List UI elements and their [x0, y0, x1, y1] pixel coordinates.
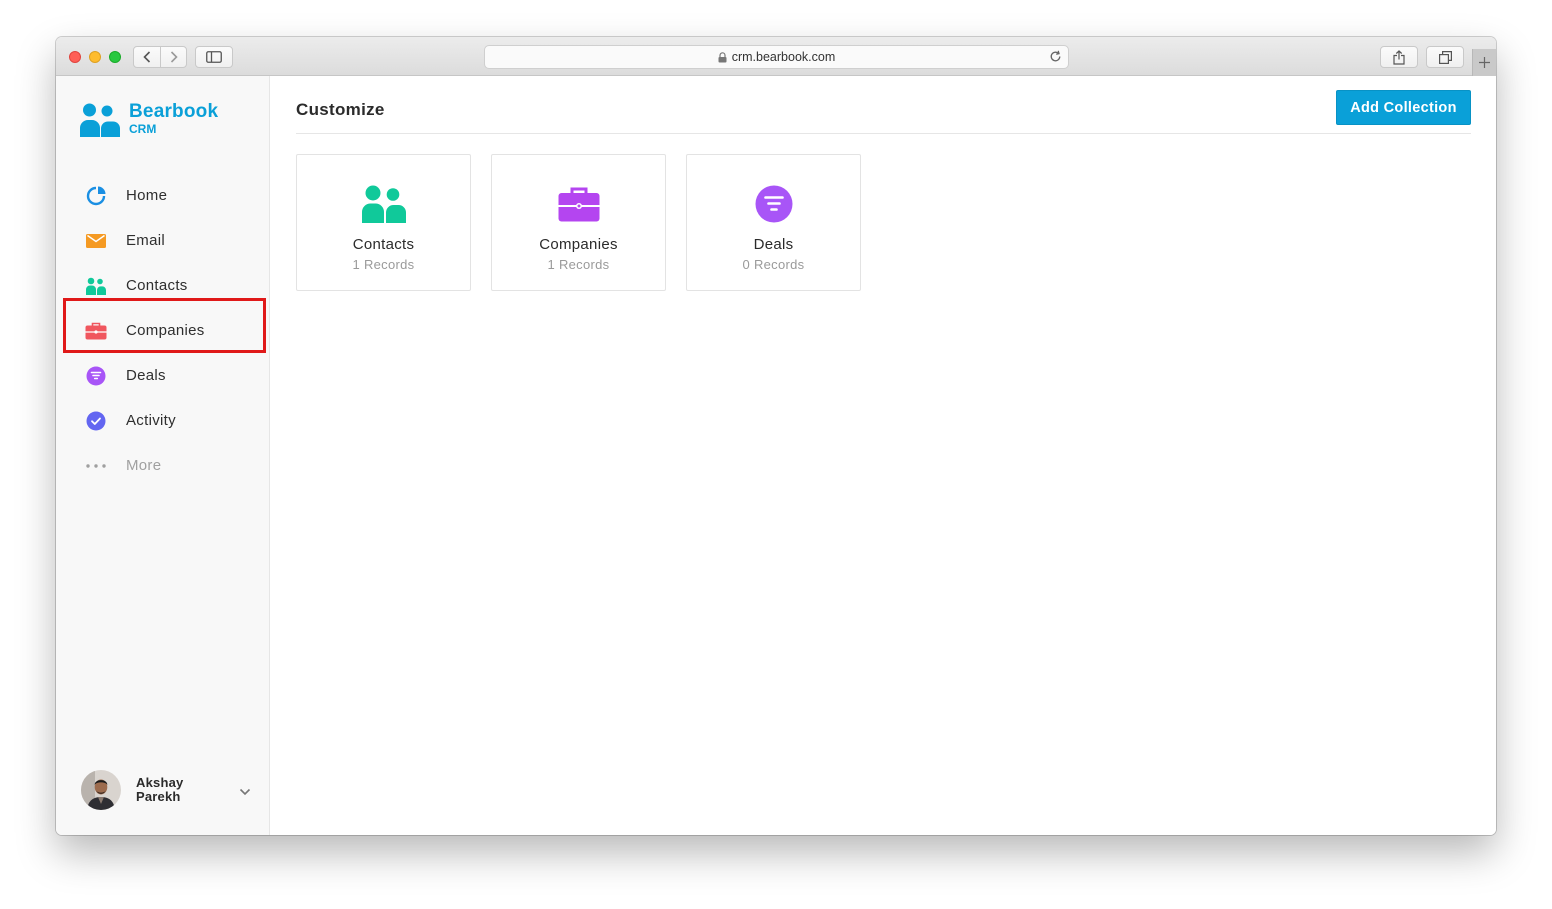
envelope-icon: [85, 230, 107, 252]
sidebar-item-contacts[interactable]: Contacts: [56, 263, 270, 308]
back-icon: [143, 51, 151, 63]
new-tab-icon: [1479, 57, 1490, 68]
sidebar-toggle-button[interactable]: [195, 46, 233, 68]
sidebar-item-deals[interactable]: Deals: [56, 353, 270, 398]
funnel-icon: [85, 365, 107, 387]
avatar: [81, 770, 121, 810]
address-bar[interactable]: crm.bearbook.com: [484, 45, 1069, 69]
brand-name: Bearbook: [129, 101, 219, 122]
user-menu[interactable]: Akshay Parekh: [81, 770, 251, 810]
forward-button[interactable]: [160, 47, 186, 67]
lock-icon: [718, 51, 727, 63]
sidebar-item-home[interactable]: Home: [56, 173, 270, 218]
show-tabs-button[interactable]: [1426, 46, 1464, 68]
share-icon: [1393, 49, 1405, 65]
new-tab-button[interactable]: [1472, 49, 1496, 76]
people-icon: [85, 275, 107, 297]
app-sidebar: Bearbook CRM Home Email Contacts Compani…: [56, 76, 270, 835]
share-button[interactable]: [1380, 46, 1418, 68]
browser-window: crm.bearbook.com Bearbook CRM Home Email…: [56, 37, 1496, 835]
forward-icon: [170, 51, 178, 63]
sidebar-item-label: Home: [126, 187, 168, 204]
header-divider: [296, 133, 1471, 134]
tabs-icon: [1438, 50, 1452, 64]
sidebar-item-label: Activity: [126, 412, 176, 429]
back-button[interactable]: [134, 47, 160, 67]
card-title: Companies: [539, 236, 618, 253]
card-record-count: 0 Records: [742, 257, 805, 272]
card-record-count: 1 Records: [547, 257, 610, 272]
brand-subtitle: CRM: [129, 122, 157, 136]
zoom-window-button[interactable]: [109, 51, 121, 63]
page-title: Customize: [296, 100, 385, 119]
sidebar-item-activity[interactable]: Activity: [56, 398, 270, 443]
funnel-icon: [752, 184, 796, 224]
chevron-down-icon[interactable]: [239, 783, 251, 801]
briefcase-icon: [557, 184, 601, 224]
close-window-button[interactable]: [69, 51, 81, 63]
brand-logo[interactable]: Bearbook CRM: [80, 102, 218, 138]
user-last-name: Parekh: [136, 789, 181, 804]
minimize-window-button[interactable]: [89, 51, 101, 63]
people-icon: [361, 184, 406, 224]
card-title: Contacts: [352, 236, 415, 253]
sidebar-item-label: More: [126, 457, 162, 474]
add-collection-button[interactable]: Add Collection: [1336, 90, 1471, 125]
sidebar-item-label: Deals: [126, 367, 166, 384]
sidebar-toggle-icon: [206, 51, 222, 63]
check-circle-icon: [85, 410, 107, 432]
sidebar-item-label: Email: [126, 232, 166, 249]
url-text: crm.bearbook.com: [731, 50, 836, 64]
sidebar-item-label: Companies: [126, 322, 205, 339]
briefcase-icon: [85, 320, 107, 342]
collection-card-companies[interactable]: Companies 1 Records: [491, 154, 666, 291]
more-dots-icon: [85, 455, 107, 477]
main-content: Customize Add Collection Contacts 1 Reco…: [271, 76, 1496, 835]
pie-chart-icon: [85, 185, 107, 207]
collection-cards: Contacts 1 Records Companies 1 Records D…: [296, 154, 881, 291]
bearbook-logo-icon: [80, 103, 120, 137]
card-title: Deals: [753, 236, 794, 253]
sidebar-item-more[interactable]: More: [56, 443, 270, 488]
sidebar-nav: Home Email Contacts Companies Deals Acti…: [56, 173, 270, 488]
user-first-name: Akshay: [136, 775, 184, 790]
sidebar-item-email[interactable]: Email: [56, 218, 270, 263]
browser-toolbar: crm.bearbook.com: [56, 37, 1496, 76]
history-nav: [133, 46, 187, 68]
collection-card-deals[interactable]: Deals 0 Records: [686, 154, 861, 291]
sidebar-item-companies[interactable]: Companies: [56, 308, 270, 353]
card-record-count: 1 Records: [352, 257, 415, 272]
reload-icon[interactable]: [1049, 50, 1062, 63]
collection-card-contacts[interactable]: Contacts 1 Records: [296, 154, 471, 291]
sidebar-item-label: Contacts: [126, 277, 188, 294]
